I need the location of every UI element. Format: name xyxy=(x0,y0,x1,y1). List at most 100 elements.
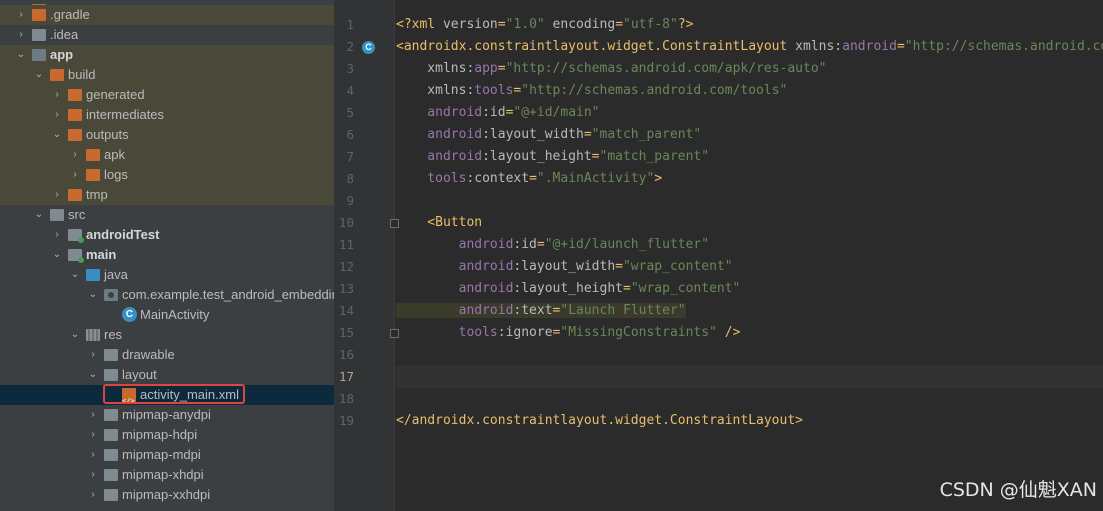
chevron-right-icon[interactable]: › xyxy=(86,445,100,465)
tree-item-label: build xyxy=(68,67,96,82)
line-number: 10 xyxy=(338,215,354,230)
tree-item[interactable]: › generated xyxy=(0,85,334,105)
code-line[interactable]: android:id="@+id/main" xyxy=(396,102,599,124)
code-token: "@+id/launch_flutter" xyxy=(544,237,710,252)
line-number: 6 xyxy=(346,127,354,142)
tree-item-label: java xyxy=(104,267,128,282)
code-line[interactable]: android:layout_height="wrap_content" xyxy=(396,278,741,300)
class-gutter-icon[interactable]: C xyxy=(362,41,375,54)
code-token: :layout_height xyxy=(513,281,623,296)
tree-item[interactable]: ⌄ main xyxy=(0,245,334,265)
code-line[interactable]: android:id="@+id/launch_flutter" xyxy=(396,234,709,256)
code-token: app xyxy=(474,61,498,76)
chevron-down-icon[interactable]: ⌄ xyxy=(50,245,64,265)
tree-item[interactable]: ⌄ outputs xyxy=(0,125,334,145)
code-line[interactable]: android:text="Launch Flutter" xyxy=(396,300,686,322)
code-line[interactable]: xmlns:tools="http://schemas.android.com/… xyxy=(396,80,787,102)
tree-item[interactable]: › intermediates xyxy=(0,105,334,125)
line-number: 9 xyxy=(346,193,354,208)
code-line[interactable]: </androidx.constraintlayout.widget.Const… xyxy=(396,410,803,432)
chevron-down-icon[interactable]: ⌄ xyxy=(32,205,46,225)
code-token: = xyxy=(615,17,624,32)
code-line[interactable]: xmlns:app="http://schemas.android.com/ap… xyxy=(396,58,826,80)
tree-item[interactable]: › drawable xyxy=(0,345,334,365)
chevron-right-icon[interactable]: › xyxy=(68,165,82,185)
chevron-right-icon[interactable]: › xyxy=(86,465,100,485)
code-editor[interactable]: C 1 2 3 4 5 6 7 8 9 10 11 12 13 14 15 16 17 18 19 <?xml ve… xyxy=(334,0,1103,511)
code-line[interactable]: android:layout_height="match_parent" xyxy=(396,146,709,168)
tree-item[interactable]: ⌄ layout xyxy=(0,365,334,385)
tree-item[interactable]: ⌄ java xyxy=(0,265,334,285)
code-token: tools xyxy=(474,83,514,98)
tree-item[interactable]: › .idea xyxy=(0,25,334,45)
tree-item[interactable]: › mipmap-mdpi xyxy=(0,445,334,465)
tree-item[interactable]: › tmp xyxy=(0,185,334,205)
project-tree-panel[interactable]: › .gradle › .idea ⌄ app ⌄ build › generated › inter… xyxy=(0,0,334,511)
code-token: = xyxy=(615,259,623,274)
tree-item[interactable]: › logs xyxy=(0,165,334,185)
code-line[interactable]: tools:ignore="MissingConstraints" /> xyxy=(396,322,741,344)
code-line[interactable]: <?xml version="1.0" encoding="utf-8"?> xyxy=(396,14,693,36)
tree-item[interactable]: ⌄ res xyxy=(0,325,334,345)
chevron-down-icon[interactable]: ⌄ xyxy=(86,285,100,305)
tree-item[interactable]: ⌄ app xyxy=(0,45,334,65)
tree-item-label: mipmap-xxhdpi xyxy=(122,487,211,502)
chevron-right-icon[interactable]: › xyxy=(86,425,100,445)
chevron-down-icon[interactable]: ⌄ xyxy=(32,65,46,85)
code-token: android xyxy=(396,281,514,296)
code-token: "match_parent" xyxy=(591,127,702,142)
tree-item[interactable]: › mipmap-xxhdpi xyxy=(0,485,334,505)
tree-item[interactable]: › mipmap-xhdpi xyxy=(0,465,334,485)
tree-item[interactable]: activity_main.xml xyxy=(0,385,334,411)
chevron-down-icon[interactable]: ⌄ xyxy=(14,45,28,65)
chevron-right-icon[interactable]: › xyxy=(86,345,100,365)
chevron-right-icon[interactable]: › xyxy=(50,185,64,205)
tree-item[interactable]: › androidTest xyxy=(0,225,334,245)
tree-item-label: res xyxy=(104,327,123,342)
chevron-right-icon[interactable]: › xyxy=(86,405,100,425)
folder-icon xyxy=(86,329,100,341)
code-line[interactable]: android:layout_width="wrap_content" xyxy=(396,256,733,278)
chevron-down-icon[interactable]: ⌄ xyxy=(50,125,64,145)
code-line[interactable]: <androidx.constraintlayout.widget.Constr… xyxy=(396,36,1103,58)
line-number: 13 xyxy=(338,281,354,296)
chevron-down-icon[interactable]: ⌄ xyxy=(68,325,82,345)
chevron-right-icon[interactable]: › xyxy=(14,25,28,45)
code-token: android xyxy=(396,127,483,142)
tree-item[interactable]: ⌄ src xyxy=(0,205,334,225)
chevron-right-icon[interactable]: › xyxy=(50,225,64,245)
tree-item[interactable]: ⌄ com.example.test_android_embedding xyxy=(0,285,334,305)
code-area[interactable]: <?xml version="1.0" encoding="utf-8"?> <a… xyxy=(396,0,1103,511)
tree-item[interactable]: › mipmap-hdpi xyxy=(0,425,334,445)
tree-item-label: generated xyxy=(86,87,145,102)
chevron-right-icon[interactable]: › xyxy=(50,105,64,125)
chevron-down-icon[interactable]: ⌄ xyxy=(68,265,82,285)
chevron-down-icon[interactable]: ⌄ xyxy=(86,365,100,385)
tree-item[interactable]: › mipmap-anydpi xyxy=(0,405,334,425)
chevron-right-icon[interactable]: › xyxy=(68,145,82,165)
code-token: = xyxy=(536,237,545,252)
code-line[interactable]: <Button xyxy=(396,212,482,234)
code-line[interactable]: tools:context=".MainActivity"> xyxy=(396,168,662,190)
chevron-right-icon[interactable]: › xyxy=(50,85,64,105)
tree-item-label: mipmap-hdpi xyxy=(122,427,198,442)
tree-item[interactable]: C MainActivity xyxy=(0,305,334,325)
tree-item-label: activity_main.xml xyxy=(140,387,239,402)
current-line-highlight xyxy=(396,366,1103,388)
tree-item-label: tmp xyxy=(86,187,108,202)
line-number: 17 xyxy=(338,369,354,384)
chevron-right-icon[interactable]: › xyxy=(86,485,100,505)
tree-item[interactable]: › apk xyxy=(0,145,334,165)
tree-item[interactable]: › .gradle xyxy=(0,5,334,25)
line-number: 16 xyxy=(338,347,354,362)
line-number: 15 xyxy=(338,325,354,340)
chevron-right-icon[interactable]: › xyxy=(14,5,28,25)
code-line[interactable]: android:layout_width="match_parent" xyxy=(396,124,701,146)
code-token: "wrap_content" xyxy=(630,281,741,296)
tree-item-label: .idea xyxy=(50,27,79,42)
code-token: android xyxy=(396,237,514,252)
code-token: > xyxy=(654,171,663,186)
code-token: :ignore xyxy=(497,325,553,340)
tree-item[interactable]: ⌄ build xyxy=(0,65,334,85)
folder-icon xyxy=(50,209,64,221)
